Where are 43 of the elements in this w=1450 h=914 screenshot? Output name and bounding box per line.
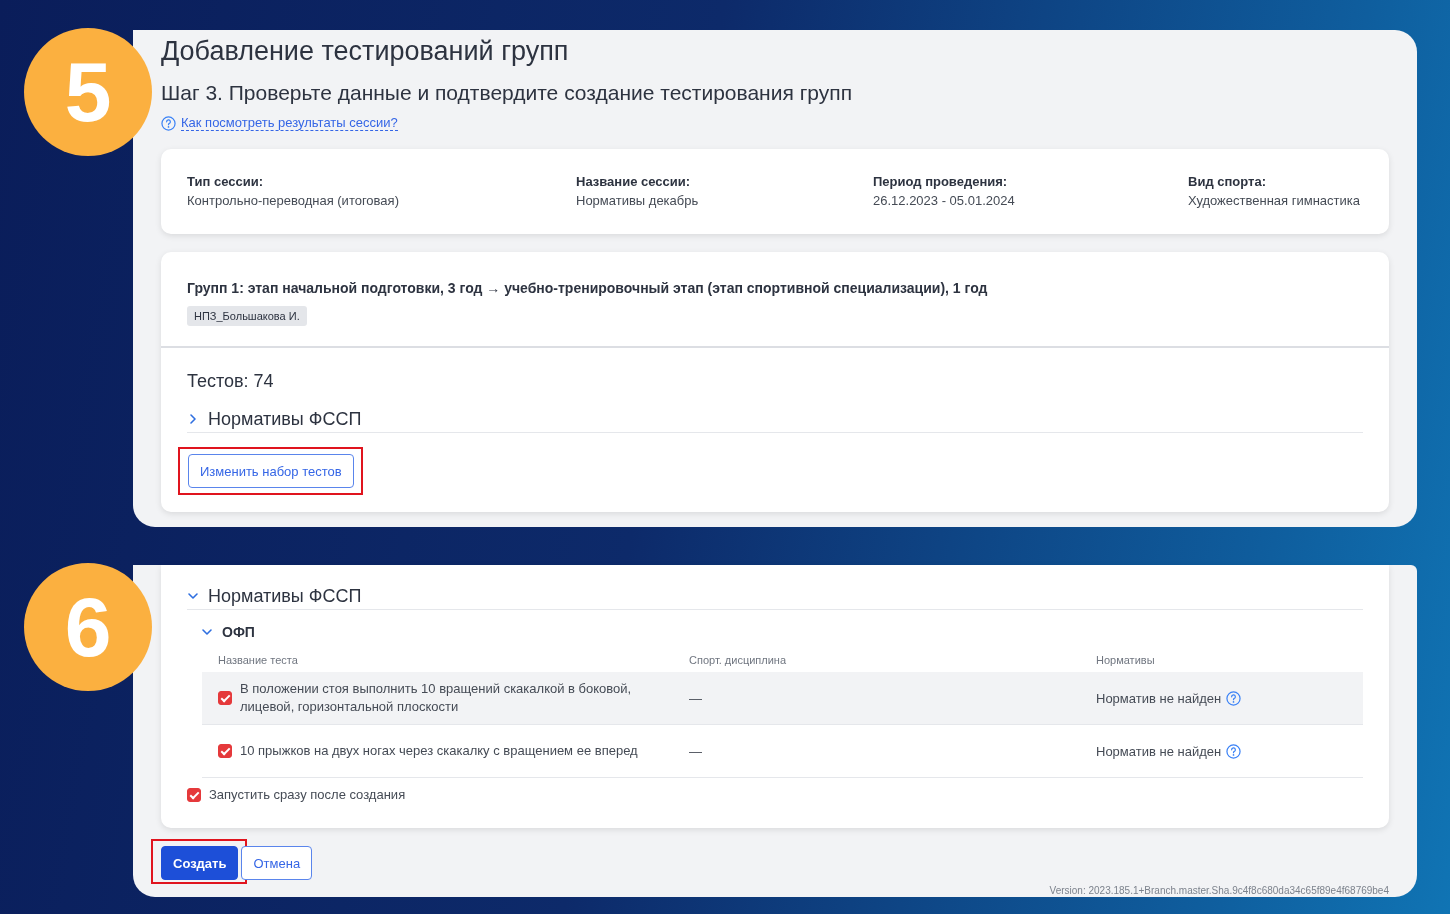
step-title: Шаг 3. Проверьте данные и подтвердите создание тестирования групп	[161, 80, 853, 106]
column-header: Спорт. дисциплина	[688, 653, 788, 668]
section-title[interactable]: Нормативы ФССП	[208, 406, 362, 432]
info-label: Название сессии:	[576, 173, 692, 191]
discipline-cell: —	[689, 743, 702, 759]
page-title: Добавление тестирований групп	[161, 35, 570, 68]
trainer-tag: НПЗ_Большакова И.	[187, 306, 307, 326]
checkbox[interactable]	[187, 788, 201, 802]
info-label: Тип сессии:	[187, 173, 264, 191]
info-label: Вид спорта:	[1188, 173, 1267, 191]
info-value: Нормативы декабрь	[576, 192, 700, 210]
test-name: 10 прыжков на двух ногах через скакалку с вращением ее вперед	[240, 742, 638, 760]
chevron-down-icon[interactable]	[201, 626, 213, 638]
create-button[interactable]: Создать	[161, 846, 239, 880]
column-header: Название теста	[217, 653, 299, 668]
discipline-cell: —	[689, 690, 702, 706]
info-value: Контрольно-переводная (итоговая)	[187, 192, 400, 210]
group-title: Групп 1: этап начальной подготовки, 3 год → учебно-тренировочный этап (этап спортивной специализации), 1 год	[187, 279, 988, 298]
checkbox[interactable]	[218, 744, 232, 758]
info-value: Художественная гимнастика	[1188, 192, 1361, 210]
chevron-down-icon[interactable]	[187, 590, 199, 602]
checkbox[interactable]	[218, 691, 232, 705]
subsection-title[interactable]: ОФП	[222, 622, 255, 642]
version-text: Version: 2023.185.1+Branch.master.Sha.9c4f8c680da34c65f89e4f68769be4	[1048, 884, 1389, 897]
info-value: 26.12.2023 - 05.01.2024	[873, 192, 1016, 210]
chevron-right-icon[interactable]	[187, 413, 199, 425]
norm-cell: Норматив не найден	[1096, 743, 1222, 759]
table-row[interactable]: В положении стоя выполнить 10 вращений скакалкой в боковой, лицевой, горизонтальной плоскости — Норматив не найден	[202, 672, 1363, 725]
column-header: Нормативы	[1095, 653, 1156, 668]
info-label: Период проведения:	[873, 173, 1009, 191]
test-name: В положении стоя выполнить 10 вращений скакалкой в боковой, лицевой, горизонтальной плоскости	[240, 680, 633, 716]
change-tests-button[interactable]: Изменить набор тестов	[188, 454, 354, 488]
help-icon[interactable]	[161, 115, 176, 131]
section-title[interactable]: Нормативы ФССП	[208, 583, 362, 609]
cancel-button[interactable]: Отмена	[241, 846, 313, 880]
help-link[interactable]: Как посмотреть результаты сессии?	[181, 115, 398, 131]
help-icon[interactable]	[1226, 743, 1242, 759]
tests-count: Тестов: 74	[187, 370, 274, 393]
step-badge: 5	[24, 28, 152, 156]
help-icon[interactable]	[1226, 690, 1242, 706]
checkbox-label: Запустить сразу после создания	[209, 786, 406, 804]
norm-cell: Норматив не найден	[1096, 690, 1222, 706]
step-badge: 6	[24, 563, 152, 691]
